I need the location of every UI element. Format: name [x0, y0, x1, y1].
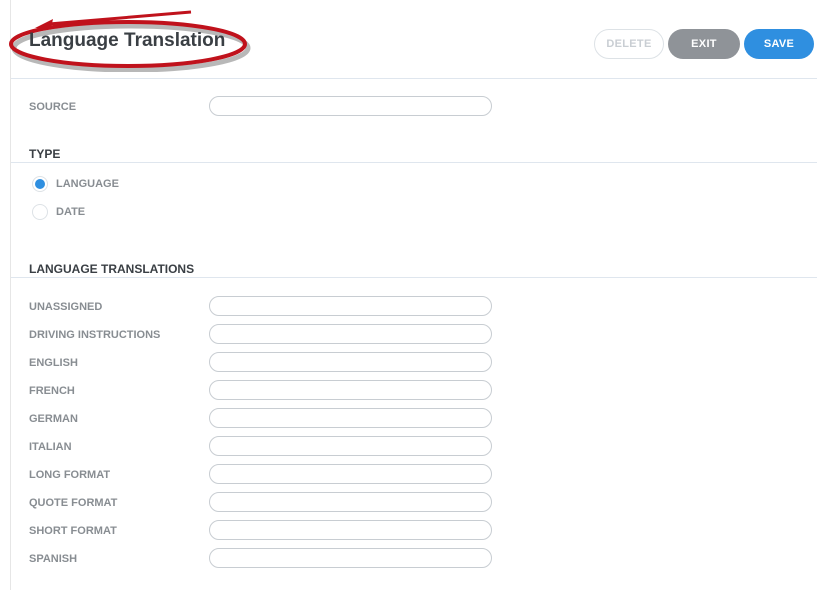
translation-label-long-format: LONG FORMAT	[29, 469, 111, 481]
translation-page: Language Translation DELETE EXIT SAVE SO…	[9, 0, 817, 590]
translation-input-english[interactable]	[209, 352, 492, 372]
translation-label-unassigned: UNASSIGNED	[29, 301, 103, 313]
translations-section-divider	[11, 277, 817, 278]
source-input[interactable]	[209, 96, 492, 116]
translation-label-short-format: SHORT FORMAT	[29, 525, 117, 537]
translation-input-german[interactable]	[209, 408, 492, 428]
type-option-language[interactable]: LANGUAGE	[32, 176, 119, 192]
type-option-date[interactable]: DATE	[32, 204, 85, 220]
type-option-label: LANGUAGE	[56, 178, 119, 190]
translation-input-short-format[interactable]	[209, 520, 492, 540]
save-button[interactable]: SAVE	[744, 29, 814, 59]
translation-input-italian[interactable]	[209, 436, 492, 456]
page-header: Language Translation DELETE EXIT SAVE	[9, 0, 817, 79]
translations-section-title: LANGUAGE TRANSLATIONS	[29, 262, 195, 276]
translation-input-long-format[interactable]	[209, 464, 492, 484]
type-section-divider	[11, 162, 817, 163]
translation-input-quote-format[interactable]	[209, 492, 492, 512]
translation-input-french[interactable]	[209, 380, 492, 400]
type-section-title: TYPE	[29, 147, 61, 161]
translation-input-unassigned[interactable]	[209, 296, 492, 316]
radio-selected-icon[interactable]	[32, 176, 48, 192]
delete-button[interactable]: DELETE	[594, 29, 664, 59]
translation-label-english: ENGLISH	[29, 357, 78, 369]
type-option-label: DATE	[56, 206, 86, 218]
translation-input-spanish[interactable]	[209, 548, 492, 568]
translation-label-french: FRENCH	[29, 385, 75, 397]
translation-label-german: GERMAN	[29, 413, 78, 425]
exit-button[interactable]: EXIT	[668, 29, 740, 59]
source-label: SOURCE	[29, 101, 77, 113]
translation-input-driving-instructions[interactable]	[209, 324, 492, 344]
translation-label-quote-format: QUOTE FORMAT	[29, 497, 118, 509]
translation-label-spanish: SPANISH	[29, 553, 78, 565]
translation-label-driving-instructions: DRIVING INSTRUCTIONS	[29, 329, 161, 341]
translation-label-italian: ITALIAN	[29, 441, 72, 453]
page-title: Language Translation	[29, 30, 226, 51]
radio-unselected-icon[interactable]	[32, 204, 48, 220]
